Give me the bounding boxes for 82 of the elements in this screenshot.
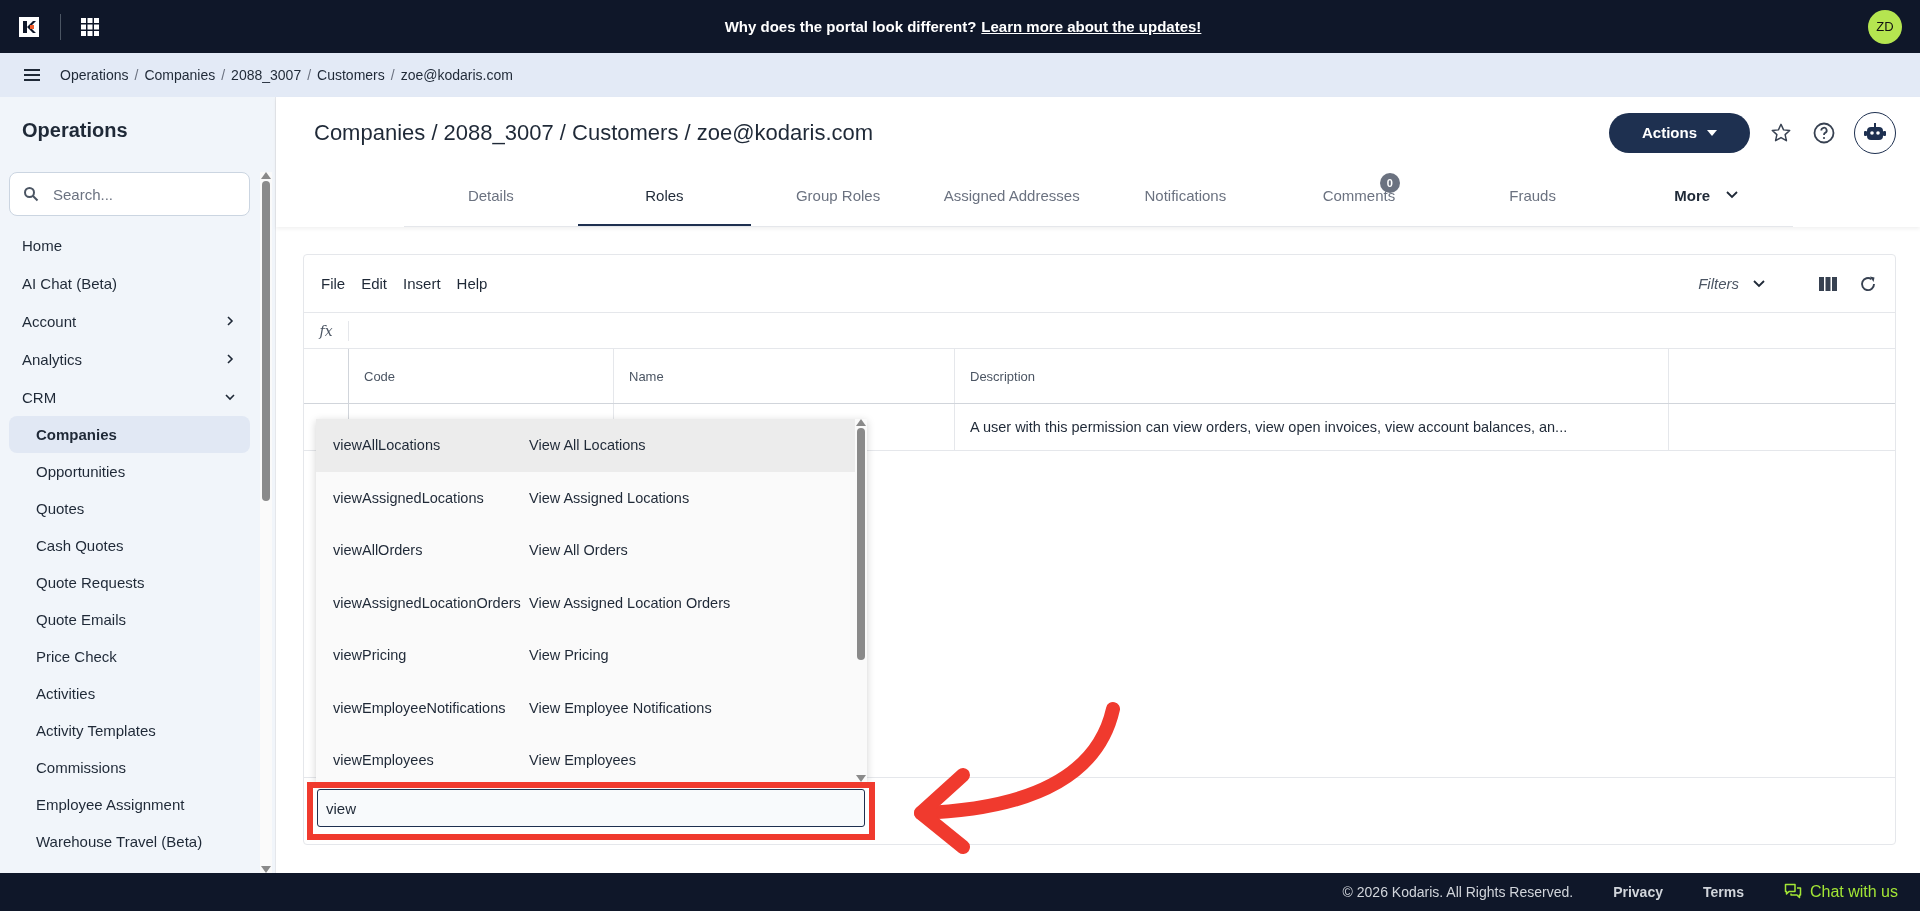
sidebar-subitem[interactable]: Activity Templates <box>9 712 250 749</box>
chat-icon <box>1783 883 1802 901</box>
tab[interactable]: Notifications <box>1098 166 1273 226</box>
breadcrumb-link[interactable]: Operations <box>60 67 129 83</box>
page-title: Companies / 2088_3007 / Customers / zoe@kodaris.com <box>314 119 874 146</box>
apps-grid-icon[interactable] <box>81 17 99 36</box>
sidebar-subitem[interactable]: Employee Assignment <box>9 786 250 823</box>
announcement-text: Why does the portal look different? <box>724 18 977 35</box>
sidebar-subitem[interactable]: Opportunities <box>9 453 250 490</box>
input-field[interactable]: view <box>317 789 865 827</box>
formula-label: fx <box>317 322 334 339</box>
tab[interactable]: Group Roles <box>751 166 925 226</box>
learn-more-link[interactable]: Learn more about the updates! <box>981 18 1202 35</box>
sidebar-item[interactable]: Account <box>9 302 250 340</box>
sidebar-subitem[interactable]: Quote Requests <box>9 564 250 601</box>
chevron-down-icon <box>1726 191 1739 199</box>
search-icon <box>23 186 39 202</box>
scroll-up-icon[interactable] <box>261 172 271 179</box>
copyright-text: © 2026 Kodaris. All Rights Reserved. <box>1342 884 1574 900</box>
tab[interactable]: Comments 0 <box>1272 166 1446 226</box>
breadcrumb-separator: / <box>221 67 226 83</box>
column-header[interactable]: Description <box>955 349 1669 403</box>
help-icon[interactable] <box>1812 120 1836 145</box>
sidebar-subitem[interactable]: Quote Emails <box>9 601 250 638</box>
logo-icon[interactable] <box>18 15 40 38</box>
footer-link[interactable]: Privacy <box>1613 884 1663 900</box>
sidebar-subitem[interactable]: Companies <box>9 416 250 453</box>
breadcrumb-separator: / <box>134 67 139 83</box>
breadcrumb-link[interactable]: Customers <box>317 67 385 83</box>
scroll-down-icon[interactable] <box>856 775 866 782</box>
tab[interactable]: Roles <box>577 166 752 226</box>
menu-item[interactable]: Edit <box>353 275 396 292</box>
tab[interactable]: Assigned Addresses <box>924 166 1099 226</box>
menu-item[interactable]: Help <box>448 275 496 292</box>
scroll-up-icon[interactable] <box>856 419 866 426</box>
user-avatar[interactable]: ZD <box>1868 9 1902 44</box>
breadcrumb-link[interactable]: zoe@kodaris.com <box>400 67 513 83</box>
tab[interactable]: Details <box>404 166 578 226</box>
dropdown-option[interactable]: viewPricing View Pricing <box>316 629 855 682</box>
dropdown-option[interactable]: viewAllLocations View All Locations <box>316 419 855 472</box>
star-icon[interactable] <box>1770 121 1792 144</box>
menu-item[interactable]: File <box>321 275 354 292</box>
menu-icon[interactable] <box>24 69 40 81</box>
sidebar-subitem[interactable]: Price Check <box>9 638 250 675</box>
tab[interactable]: Frauds <box>1445 166 1620 226</box>
filters-button[interactable]: Filters <box>1692 274 1771 293</box>
breadcrumb-separator: / <box>307 67 312 83</box>
sidebar-subitem[interactable]: Quotes <box>9 490 250 527</box>
dropdown-option[interactable]: viewEmployeeNotifications View Employee Notifications <box>316 681 855 734</box>
actions-button[interactable]: Actions <box>1609 112 1750 153</box>
breadcrumb-link[interactable]: Companies <box>144 67 216 83</box>
sidebar-subitem[interactable]: Cash Quotes <box>9 527 250 564</box>
tab[interactable]: More <box>1619 166 1793 226</box>
menu-item[interactable]: Insert <box>395 275 449 292</box>
chevron-down-icon <box>1753 279 1765 288</box>
table-cell: A user with this permission can view orders, view open invoices, view account balances, an... <box>955 404 1669 450</box>
sidebar-subitem[interactable]: Commissions <box>9 749 250 786</box>
refresh-icon[interactable] <box>1859 274 1877 293</box>
sidebar-subitem[interactable]: Warehouse Travel (Beta) <box>9 823 250 860</box>
columns-icon[interactable] <box>1819 275 1837 292</box>
dropdown-option[interactable]: viewEmployees View Employees <box>316 734 855 782</box>
breadcrumb-separator: / <box>390 67 395 83</box>
robot-icon <box>1864 122 1886 143</box>
chat-link[interactable]: Chat with us <box>1783 883 1898 901</box>
dropdown-option[interactable]: viewAssignedLocations View Assigned Locations <box>316 471 855 524</box>
column-header[interactable]: Name <box>614 349 955 403</box>
column-header[interactable]: Code <box>349 349 614 403</box>
caret-icon <box>1707 129 1717 136</box>
count-badge: 0 <box>1379 173 1400 193</box>
sidebar-title: Operations <box>21 118 129 143</box>
footer-link[interactable]: Terms <box>1702 884 1744 900</box>
sidebar-item[interactable]: AI Chat (Beta) <box>9 264 250 302</box>
scrollbar[interactable] <box>855 419 867 782</box>
sidebar-item[interactable]: CRM <box>9 378 250 416</box>
sidebar-subitem[interactable]: Activities <box>9 675 250 712</box>
sidebar-item[interactable]: Analytics <box>9 340 250 378</box>
breadcrumb-link[interactable]: 2088_3007 <box>231 67 302 83</box>
sidebar-item[interactable]: Home <box>9 226 250 264</box>
search-field[interactable]: Search... <box>9 172 250 216</box>
dropdown-option[interactable]: viewAssignedLocationOrders View Assigned Location Orders <box>316 576 855 629</box>
scrollbar[interactable] <box>260 172 272 873</box>
dropdown-option[interactable]: viewAllOrders View All Orders <box>316 524 855 577</box>
